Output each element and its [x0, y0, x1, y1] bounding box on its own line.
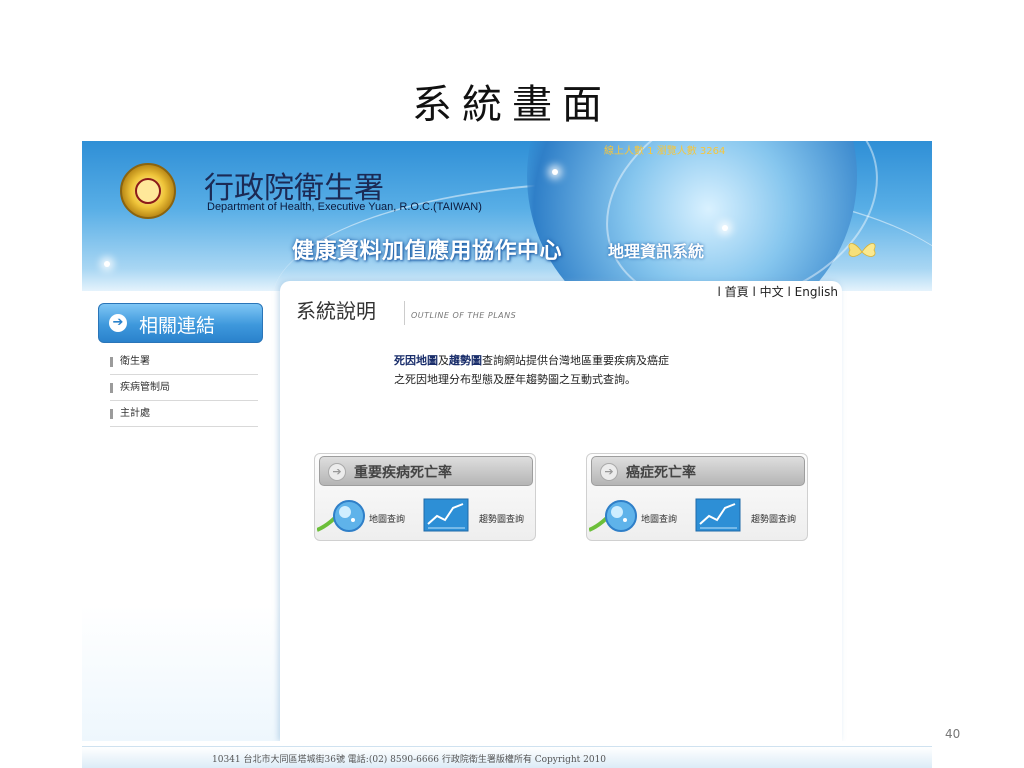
butterfly-icon	[848, 243, 876, 257]
related-links-list: 衛生署 疾病管制局 主計處	[110, 349, 258, 427]
emblem-center	[135, 178, 161, 204]
magnifier-globe-icon[interactable]	[589, 496, 645, 536]
center-title: 健康資料加值應用協作中心	[292, 239, 563, 264]
desc-text: 查詢網站提供台灣地區重要疾病及癌症	[482, 354, 669, 367]
sparkle-icon	[722, 225, 728, 231]
org-english-name: Department of Health, Executive Yuan, R.…	[207, 201, 482, 213]
desc-highlight-map: 死因地圖	[394, 354, 438, 367]
section-title: 系統說明	[296, 299, 376, 323]
page-number: 40	[945, 727, 961, 741]
visitor-counter: 線上人數 1 瀏覽人數 3264	[604, 146, 726, 157]
footer-text: 10341 台北市大同區塔城街36號 電話:(02) 8590-6666 行政院…	[212, 755, 607, 765]
trend-chart-icon[interactable]	[695, 498, 741, 532]
trend-chart-icon[interactable]	[423, 498, 469, 532]
nav-chinese-link[interactable]: 中文	[760, 285, 784, 299]
desc-text-line2: 之死因地理分布型態及歷年趨勢圖之互動式查詢。	[394, 373, 636, 386]
nav-home-link[interactable]: 首頁	[725, 285, 749, 299]
department-emblem-icon[interactable]	[120, 163, 176, 219]
related-links-label: 相關連結	[139, 315, 216, 337]
nav-separator: l	[752, 285, 756, 299]
slide-title: 系統畫面	[412, 82, 612, 128]
section-subtitle: OUTLINE OF THE PLANS	[411, 311, 517, 320]
desc-join: 及	[438, 354, 449, 367]
sidebar-item-doh[interactable]: 衛生署	[110, 349, 258, 375]
website-screenshot: 線上人數 1 瀏覽人數 3264 行政院衛生署 Department of He…	[82, 141, 932, 741]
major-disease-card: ➔ 重要疾病死亡率 地圖查詢 趨勢圖查詢	[314, 453, 536, 541]
system-description: 死因地圖及趨勢圖查詢網站提供台灣地區重要疾病及癌症 之死因地理分布型態及歷年趨勢…	[394, 351, 814, 389]
site-banner: 線上人數 1 瀏覽人數 3264 行政院衛生署 Department of He…	[82, 141, 932, 291]
nav-separator: l	[787, 285, 791, 299]
sparkle-icon	[552, 169, 558, 175]
desc-highlight-trend: 趨勢圖	[449, 354, 482, 367]
card-title: 癌症死亡率	[626, 465, 696, 481]
arrow-right-icon: ➔	[109, 314, 127, 332]
map-query-link[interactable]: 地圖查詢	[369, 512, 405, 525]
cancer-card: ➔ 癌症死亡率 地圖查詢 趨勢圖查詢	[586, 453, 808, 541]
card-title: 重要疾病死亡率	[354, 465, 452, 481]
sidebar-item-dgbas[interactable]: 主計處	[110, 401, 258, 427]
trend-query-link[interactable]: 趨勢圖查詢	[479, 512, 524, 525]
main-panel: l 首頁 l 中文 l English 系統說明 OUTLINE OF THE …	[280, 281, 842, 741]
sidebar: ➔ 相關連結 衛生署 疾病管制局 主計處	[82, 291, 280, 741]
site-footer: 10341 台北市大同區塔城街36號 電話:(02) 8590-6666 行政院…	[82, 746, 932, 768]
system-subtitle: 地理資訊系統	[608, 242, 705, 261]
arrow-right-icon: ➔	[600, 463, 618, 481]
top-nav: l 首頁 l 中文 l English	[717, 283, 838, 300]
magnifier-globe-icon[interactable]	[317, 496, 373, 536]
slide: 系統畫面 線上人數 1 瀏覽人數 3264 行政院衛生署 Department …	[0, 0, 1024, 768]
trend-query-link[interactable]: 趨勢圖查詢	[751, 512, 796, 525]
map-query-link[interactable]: 地圖查詢	[641, 512, 677, 525]
sidebar-item-cdc[interactable]: 疾病管制局	[110, 375, 258, 401]
arrow-right-icon: ➔	[328, 463, 346, 481]
nav-separator: l	[717, 285, 721, 299]
nav-english-link[interactable]: English	[795, 285, 838, 299]
card-header[interactable]: ➔ 癌症死亡率	[591, 456, 805, 486]
sparkle-icon	[104, 261, 110, 267]
card-header[interactable]: ➔ 重要疾病死亡率	[319, 456, 533, 486]
related-links-header: ➔ 相關連結	[98, 303, 263, 343]
section-divider	[404, 301, 405, 325]
